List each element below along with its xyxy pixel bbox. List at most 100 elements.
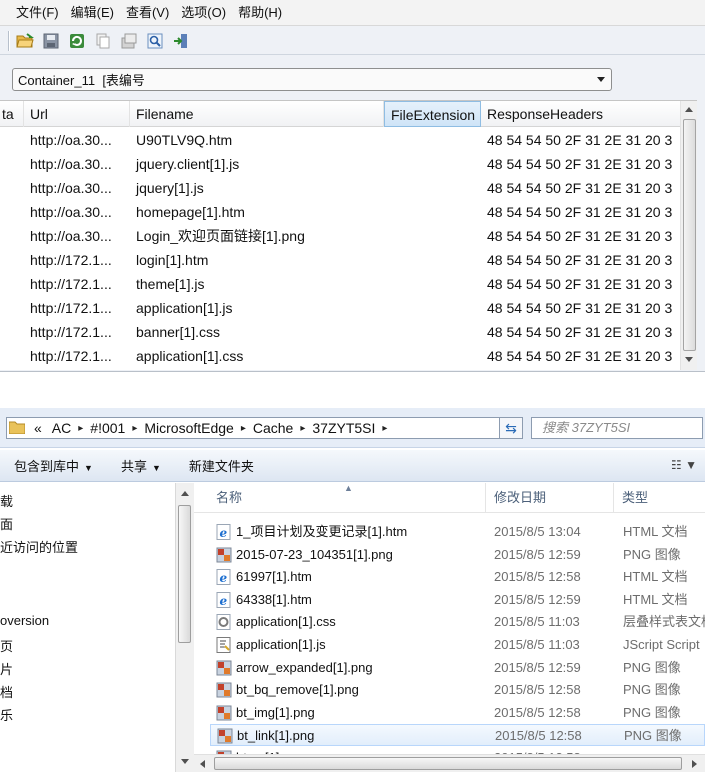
file-row[interactable]: e 61997[1].htm 2015/8/5 12:58 HTML 文档 (210, 566, 705, 588)
file-row[interactable]: 2015-07-23_104351[1].png 2015/8/5 12:59 PN… (210, 544, 705, 566)
breadcrumb-separator-icon[interactable]: ▸ (76, 423, 85, 434)
menu-item[interactable]: 编辑(E) (65, 1, 120, 25)
cell-responseheaders: 48 54 54 50 2F 31 2E 31 20 3 (487, 300, 673, 316)
table-row[interactable]: http://172.1... banner[1].css 48 54 54 50 … (0, 320, 680, 344)
cell-fileextension (384, 320, 481, 344)
nav-item[interactable]: 页 (0, 636, 13, 655)
screenshot-stage: 文件(F) 编辑(E) 查看(V) 选项(O) 帮助(H) Container_… (0, 0, 705, 772)
file-type: HTML 文档 (623, 591, 688, 607)
breadcrumb-item[interactable]: #!001 (85, 420, 130, 436)
export-icon[interactable] (170, 30, 192, 52)
cell-filename: Login_欢迎页面链接[1].png (136, 228, 305, 244)
column-header-ta[interactable]: ta (0, 101, 24, 127)
breadcrumb-item[interactable]: AC (47, 420, 76, 436)
cell-url: http://oa.30... (30, 228, 112, 244)
file-row[interactable]: arrow_expanded[1].png 2015/8/5 12:59 PNG 图… (210, 657, 705, 679)
column-header-name[interactable]: 名称 ▲ (208, 483, 486, 513)
scroll-up-arrow-icon[interactable] (685, 107, 693, 112)
png-image-icon (216, 682, 232, 698)
menu-item[interactable]: 查看(V) (120, 1, 175, 25)
table-row[interactable]: http://172.1... application[1].js 48 54 54… (0, 296, 680, 320)
nav-item[interactable]: 载 (0, 491, 13, 510)
file-row[interactable]: e 64338[1].htm 2015/8/5 12:59 HTML 文档 (210, 589, 705, 611)
scroll-down-arrow-icon[interactable] (685, 357, 693, 362)
column-name-label: 名称 (216, 490, 243, 505)
include-in-library-button[interactable]: 包含到库中 ▼ (0, 456, 107, 475)
column-header-fileextension[interactable]: FileExtension (384, 101, 481, 127)
table-row[interactable]: http://172.1... login[1].htm 48 54 54 50 2… (0, 248, 680, 272)
column-header-responseheaders[interactable]: ResponseHeaders (481, 101, 681, 127)
column-header-filename[interactable]: Filename (130, 101, 384, 127)
breadcrumb-separator-icon[interactable]: ▸ (239, 423, 248, 434)
file-list-horizontal-scrollbar[interactable] (194, 754, 705, 772)
search-input[interactable]: 搜索 37ZYT5SI (531, 417, 703, 439)
file-row[interactable]: bt_img[1].png 2015/8/5 12:58 PNG 图像 (210, 702, 705, 724)
file-row[interactable]: bt_bq_remove[1].png 2015/8/5 12:58 PNG 图像 (210, 679, 705, 701)
scroll-left-arrow-icon[interactable] (200, 760, 205, 768)
save-icon[interactable] (40, 30, 62, 52)
address-bar[interactable]: « AC ▸ #!001 ▸ MicrosoftEdge ▸ Cache ▸ 37ZYT5SI ▸ (6, 417, 520, 439)
file-name: bt_img[1].png (236, 704, 315, 720)
include-in-library-label: 包含到库中 (14, 459, 80, 474)
scroll-up-arrow-icon[interactable] (181, 491, 189, 496)
container-dropdown[interactable]: Container_11 [表编号 (12, 68, 612, 91)
properties-icon[interactable] (118, 30, 140, 52)
png-image-icon (216, 705, 232, 721)
nav-item[interactable]: 片 (0, 659, 13, 678)
table-row[interactable]: http://oa.30... U90TLV9Q.htm 48 54 54 50 2… (0, 128, 680, 152)
css-file-icon (216, 614, 232, 631)
file-row[interactable]: application[1].css 2015/8/5 11:03 层叠样式表文档 (210, 611, 705, 633)
breadcrumb-separator-icon[interactable]: ▸ (130, 423, 139, 434)
menu-item[interactable]: 选项(O) (175, 1, 232, 25)
scroll-right-arrow-icon[interactable] (692, 760, 697, 768)
scroll-down-arrow-icon[interactable] (181, 759, 189, 764)
table-row[interactable]: http://oa.30... Login_欢迎页面链接[1].png 48 54 … (0, 224, 680, 248)
table-row[interactable]: http://172.1... application[1].css 48 54 5… (0, 344, 680, 368)
file-type: PNG 图像 (623, 546, 681, 562)
table-row[interactable]: http://oa.30... jquery.client[1].js 48 54 … (0, 152, 680, 176)
table-row[interactable]: http://172.1... theme[1].js 48 54 54 50 2F… (0, 272, 680, 296)
open-folder-icon[interactable] (14, 30, 36, 52)
ie-html-icon: e (216, 524, 232, 540)
navigation-scrollbar[interactable] (176, 483, 194, 772)
table-row[interactable]: http://oa.30... homepage[1].htm 48 54 54 5… (0, 200, 680, 224)
file-date: 2015/8/5 12:58 (494, 569, 581, 585)
file-row[interactable]: e 1_项目计划及变更记录[1].htm 2015/8/5 13:04 HTML 文档 (210, 521, 705, 543)
breadcrumb-item[interactable]: MicrosoftEdge (139, 420, 238, 436)
scrollbar-thumb[interactable] (178, 505, 191, 643)
breadcrumb-item[interactable]: 37ZYT5SI (307, 420, 380, 436)
file-row[interactable]: application[1].js 2015/8/5 11:03 JScript S… (210, 634, 705, 656)
search-placeholder: 搜索 37ZYT5SI (542, 420, 631, 435)
table-row[interactable]: http://oa.30... jquery[1].js 48 54 54 50 2… (0, 176, 680, 200)
refresh-icon[interactable] (66, 30, 88, 52)
view-options-icon[interactable]: ☷ ▼ (671, 458, 697, 472)
new-folder-button[interactable]: 新建文件夹 (175, 456, 268, 475)
copy-icon[interactable] (92, 30, 114, 52)
column-header-url[interactable]: Url (24, 101, 130, 127)
column-header-date[interactable]: 修改日期 (486, 483, 614, 513)
scrollbar-thumb[interactable] (683, 119, 696, 351)
refresh-button[interactable]: ⇆ (499, 417, 523, 439)
scrollbar-thumb[interactable] (214, 757, 682, 770)
share-button[interactable]: 共享 ▼ (107, 456, 175, 475)
search-icon[interactable] (144, 30, 166, 52)
cell-responseheaders: 48 54 54 50 2F 31 2E 31 20 3 (487, 276, 673, 292)
column-header-type[interactable]: 类型 (614, 483, 705, 513)
folder-icon (8, 420, 26, 437)
breadcrumb-separator-icon[interactable]: ▸ (380, 423, 389, 434)
png-image-icon (217, 728, 233, 744)
nav-item[interactable]: 乐 (0, 705, 13, 724)
nav-item[interactable]: 近访问的位置 (0, 537, 78, 556)
breadcrumb-overflow[interactable]: « (29, 420, 47, 436)
file-row[interactable]: bt_link[1].png 2015/8/5 12:58 PNG 图像 (210, 724, 705, 747)
menu-item[interactable]: 文件(F) (10, 1, 65, 25)
nav-item[interactable]: 档 (0, 682, 13, 701)
breadcrumb-item[interactable]: Cache (248, 420, 298, 436)
menu-item[interactable]: 帮助(H) (232, 1, 288, 25)
nav-item[interactable]: oversion (0, 613, 49, 628)
cell-fileextension (384, 176, 481, 200)
nav-item[interactable]: 面 (0, 514, 13, 533)
refresh-arrows-icon: ⇆ (505, 419, 517, 436)
breadcrumb-separator-icon[interactable]: ▸ (298, 423, 307, 434)
grid-vertical-scrollbar[interactable] (680, 101, 697, 370)
